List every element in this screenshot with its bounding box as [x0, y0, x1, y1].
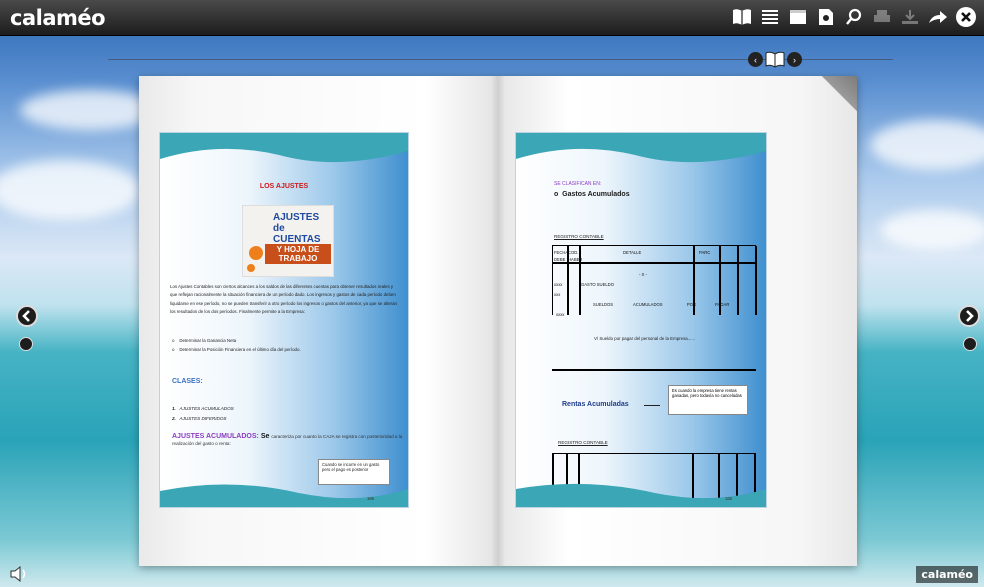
- ledger-header: FECHA: [554, 250, 569, 255]
- ledger-header: DEBE: [554, 257, 566, 262]
- close-icon[interactable]: [954, 5, 978, 29]
- page-number: 165: [367, 496, 374, 501]
- ledger-rule: [737, 246, 739, 315]
- ledger-note: V/ Sueldo por pagar del personal de la E…: [594, 336, 696, 341]
- page-title: LOS AJUSTES: [259, 183, 309, 190]
- cover-subtitle: Y HOJA DE TRABAJO: [265, 244, 331, 264]
- body-text: Los Ajustes Contables son ciertos alcanc…: [170, 284, 397, 314]
- background-cloud: [870, 120, 984, 170]
- book-spread: LOS AJUSTES AJUSTES de CUENTAS Y HOJA DE…: [139, 76, 857, 566]
- book-icon[interactable]: [730, 5, 754, 29]
- ledger-cell: PAGAR: [715, 302, 730, 307]
- ledger-cell: xxxx: [556, 312, 565, 317]
- calameo-logo[interactable]: calaméo: [10, 6, 106, 30]
- ledger-title: REGISTRO CONTABLE: [554, 234, 604, 239]
- ledger-header: COD.: [568, 250, 579, 255]
- divider: [552, 369, 756, 371]
- book-overview-icon[interactable]: [765, 51, 785, 68]
- ledger-rule: [553, 262, 757, 264]
- ledger-rule: [755, 246, 757, 315]
- section-label: SE CLASIFICAN EN:: [554, 181, 602, 187]
- fullscreen-icon[interactable]: [786, 5, 810, 29]
- sound-icon[interactable]: [10, 565, 30, 583]
- first-page-button[interactable]: [19, 337, 33, 351]
- list-icon[interactable]: [758, 5, 782, 29]
- ledger-cell: GASTO SUELDO: [581, 282, 614, 287]
- toolbar-icons: [730, 5, 978, 29]
- decor-dot: [247, 264, 255, 272]
- ledger-cell: - X -: [639, 272, 647, 277]
- next-page-button[interactable]: [958, 305, 980, 327]
- last-page-button[interactable]: [963, 337, 977, 351]
- background-cloud: [0, 160, 140, 220]
- page-header-wave: [160, 133, 408, 163]
- ledger-cell: POR: [687, 302, 697, 307]
- ledger-header: HABER: [568, 257, 583, 262]
- arrow-icon: [644, 405, 660, 406]
- list-item: 2. AJUSTES DIFERIDOS: [172, 416, 227, 421]
- share-icon[interactable]: [926, 5, 950, 29]
- background-cloud: [880, 210, 984, 250]
- cover-title: AJUSTES de CUENTAS: [273, 212, 321, 245]
- decor-dot: [249, 246, 263, 260]
- top-toolbar: calaméo: [0, 0, 984, 36]
- page-footer-wave: [516, 483, 766, 507]
- ledger-header: PARC: [699, 250, 711, 255]
- ledger-cell: xxx: [554, 292, 561, 297]
- ledger-title: REGISTRO CONTABLE: [558, 440, 608, 445]
- right-document-page[interactable]: SE CLASIFICAN EN: o Gastos Acumulados RE…: [515, 132, 767, 508]
- ledger-header: DETALLE: [623, 250, 642, 255]
- print-icon[interactable]: [870, 5, 894, 29]
- next-page-small-button[interactable]: ›: [787, 52, 802, 67]
- left-document-page[interactable]: LOS AJUSTES AJUSTES de CUENTAS Y HOJA DE…: [159, 132, 409, 508]
- ledger-table: FECHA COD. DEBE HABER DETALLE PARC - X -…: [552, 245, 757, 317]
- ledger-cell: xxxx: [554, 282, 563, 287]
- ledger-cell: ACUMULADOS: [633, 302, 663, 307]
- cover-image: AJUSTES de CUENTAS Y HOJA DE TRABAJO: [242, 205, 334, 277]
- page-number: 166: [725, 496, 732, 501]
- prev-page-small-button[interactable]: ‹: [748, 52, 763, 67]
- list-item: o Determinar la Ganancia Neta: [172, 338, 237, 343]
- note-box: Es cuando la empresa tiene rentas ganada…: [668, 385, 748, 415]
- page-navigator: ‹ ›: [748, 51, 802, 68]
- list-item: o Determinar la Posición Financiera en e…: [172, 347, 301, 352]
- section-heading: o Gastos Acumulados: [554, 191, 630, 198]
- section-heading: CLASES:: [172, 378, 203, 385]
- list-item: 1. AJUSTES ACUMULADOS: [172, 406, 234, 411]
- previous-page-button[interactable]: [16, 305, 38, 327]
- download-icon[interactable]: [898, 5, 922, 29]
- section-heading: AJUSTES ACUMULADOS: Se caracteriza por c…: [172, 433, 403, 446]
- page-header-wave: [516, 133, 766, 163]
- calameo-watermark[interactable]: calaméo: [916, 566, 978, 583]
- section-heading: Rentas Acumuladas: [562, 401, 629, 408]
- search-icon[interactable]: [842, 5, 866, 29]
- page-footer-wave: [160, 484, 408, 507]
- ledger-cell: SUELDOS: [593, 302, 614, 307]
- pdf-icon[interactable]: [814, 5, 838, 29]
- page-curl[interactable]: [821, 76, 857, 112]
